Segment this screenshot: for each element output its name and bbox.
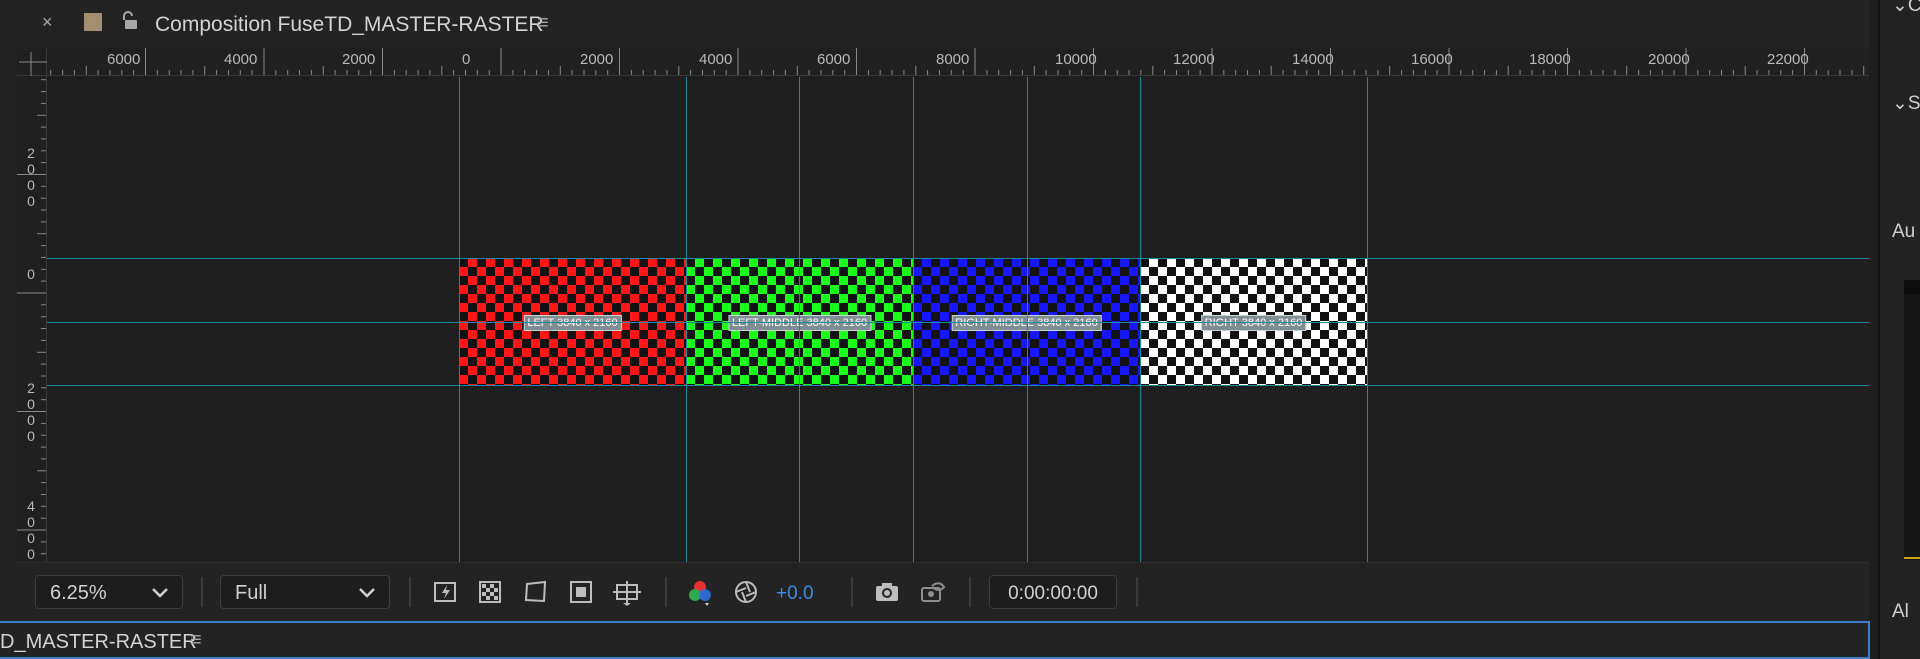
layer-label: LEFT 3840 x 2160 [523,315,622,331]
ruler-label: 4000 [27,498,35,562]
divider [409,577,411,607]
composition-color-swatch[interactable] [84,13,102,31]
region-of-interest-icon[interactable] [568,578,596,606]
guide-line[interactable] [799,77,800,562]
current-time-field[interactable]: 0:00:00:00 [989,575,1117,609]
magnification-value: 6.25% [50,582,107,604]
reset-exposure-icon[interactable] [732,578,760,606]
chevron-down-icon [359,588,375,598]
guide-line[interactable] [47,322,1869,323]
ruler-label: 2000 [27,380,35,444]
collapsed-section-header[interactable]: ⌄C [1892,0,1920,17]
panel-menu-icon[interactable]: ≡ [537,12,549,35]
ruler-ticks [17,55,46,555]
divider [201,577,203,607]
ruler-label: 6000 [107,51,141,68]
right-side-panel: ⌄C ⌄S Au Al [1878,0,1920,659]
resolution-dropdown[interactable]: Full [220,575,390,609]
audio-level-marker [1904,557,1920,559]
exposure-value[interactable]: +0.0 [776,583,814,605]
ruler-label: 6000 [817,51,851,68]
guide-line[interactable] [686,77,687,562]
ruler-label: 2000 [342,51,376,68]
guide-line[interactable] [1367,77,1368,562]
guide-line[interactable] [913,77,914,562]
guide-line[interactable] [47,258,1869,259]
ruler-label: 0 [27,266,35,282]
unlock-icon[interactable] [122,11,140,31]
chevron-down-icon [152,588,168,598]
timecode-value: 0:00:00:00 [1008,583,1098,604]
guide-line[interactable] [459,77,460,562]
left-panel-edge [0,0,17,621]
fast-previews-icon[interactable] [432,578,460,606]
ruler-label: 20000 [1648,51,1690,68]
layer-label: RIGHT 3840 x 2160 [1200,315,1307,331]
composition-tab-bar: × Composition FuseTD_MASTER-RASTER ≡ [17,0,1869,48]
divider [851,577,853,607]
channel-rgb-icon[interactable] [686,578,714,606]
vertical-ruler[interactable]: 2000 0 2000 4000 [17,48,47,562]
divider [969,577,971,607]
close-tab-icon[interactable]: × [42,12,53,33]
mask-path-icon[interactable] [522,578,550,606]
divider [1136,577,1138,607]
audio-meter [1904,280,1920,560]
guide-line[interactable] [1027,77,1028,562]
collapsed-section-header[interactable]: ⌄S [1892,92,1920,115]
audio-panel-label[interactable]: Au [1892,221,1915,243]
show-snapshot-icon[interactable] [918,578,946,606]
ruler-label: 10000 [1055,51,1097,68]
ruler-label: 18000 [1529,51,1571,68]
guide-line[interactable] [1140,77,1141,562]
ruler-label: 4000 [224,51,258,68]
transparency-grid-icon[interactable] [477,578,505,606]
composition-viewer[interactable]: LEFT 3840 x 2160 LEFT-MIDDLE 3840 x 2160… [47,77,1869,562]
ruler-origin-corner[interactable] [17,48,47,76]
composition-title[interactable]: Composition FuseTD_MASTER-RASTER [155,13,544,37]
panel-menu-icon[interactable]: ≡ [190,629,202,652]
divider [665,577,667,607]
magnification-dropdown[interactable]: 6.25% [35,575,183,609]
ruler-label: 14000 [1292,51,1334,68]
ruler-label: 0 [462,51,471,68]
ruler-label: 12000 [1173,51,1215,68]
grid-guides-icon[interactable] [613,578,641,606]
ruler-label: 4000 [699,51,733,68]
ruler-label: 2000 [27,145,35,209]
timeline-tab-title[interactable]: D_MASTER-RASTER [0,631,197,654]
ruler-label: 22000 [1767,51,1809,68]
resolution-value: Full [235,582,268,604]
viewer-toolbar: 6.25% Full +0.0 0:00:00:00 [17,562,1869,621]
guide-line[interactable] [47,385,1869,386]
timeline-panel-tab[interactable]: D_MASTER-RASTER ≡ [0,621,1870,659]
snapshot-camera-icon[interactable] [873,578,901,606]
ruler-label: 8000 [936,51,970,68]
ruler-label: 16000 [1411,51,1453,68]
horizontal-ruler[interactable]: 6000 4000 2000 0 2000 4000 6000 8000 100… [17,48,1869,76]
align-panel-label[interactable]: Al [1892,601,1909,623]
crosshair-icon [19,52,47,76]
ruler-label: 2000 [580,51,614,68]
